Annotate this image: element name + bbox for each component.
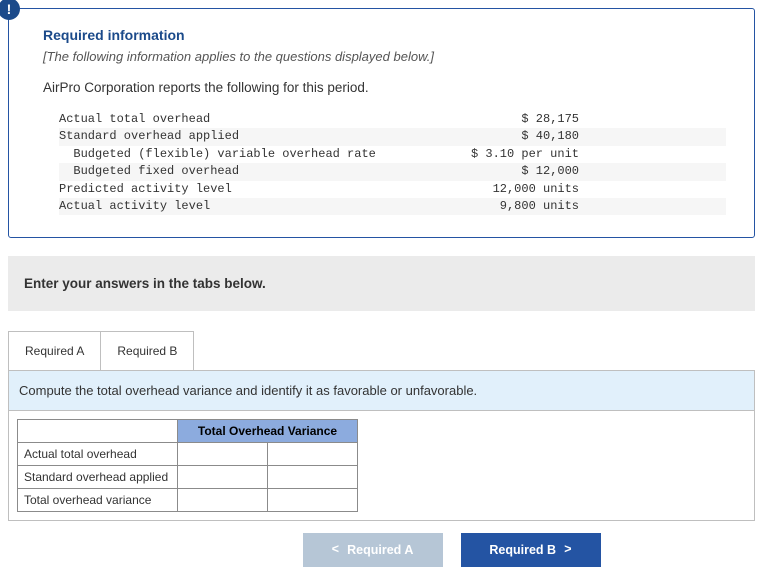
data-label: Budgeted (flexible) variable overhead ra… bbox=[59, 146, 419, 163]
table-header-blank bbox=[18, 420, 178, 443]
data-row: Standard overhead applied$ 40,180 bbox=[59, 128, 726, 145]
data-label: Budgeted fixed overhead bbox=[59, 163, 419, 180]
tab-required-b[interactable]: Required B bbox=[101, 331, 194, 370]
preamble-text: [The following information applies to th… bbox=[43, 49, 726, 64]
actual-overhead-extra[interactable] bbox=[268, 443, 358, 466]
next-required-b-button[interactable]: Required B > bbox=[461, 533, 601, 567]
data-value: 12,000 units bbox=[419, 181, 579, 198]
instruction-bar: Enter your answers in the tabs below. bbox=[8, 256, 755, 311]
data-row: Predicted activity level12,000 units bbox=[59, 181, 726, 198]
total-variance-fav-unfav[interactable] bbox=[268, 489, 358, 512]
data-value: $ 40,180 bbox=[419, 128, 579, 145]
table-row: Actual total overhead bbox=[18, 443, 358, 466]
table-header: Total Overhead Variance bbox=[178, 420, 358, 443]
standard-applied-input[interactable] bbox=[178, 466, 268, 489]
table-row: Standard overhead applied bbox=[18, 466, 358, 489]
data-row: Actual activity level9,800 units bbox=[59, 198, 726, 215]
row-label: Actual total overhead bbox=[18, 443, 178, 466]
data-value: $ 12,000 bbox=[419, 163, 579, 180]
data-value: $ 3.10 per unit bbox=[419, 146, 579, 163]
chevron-left-icon: < bbox=[332, 543, 340, 557]
data-value: 9,800 units bbox=[419, 198, 579, 215]
data-label: Predicted activity level bbox=[59, 181, 419, 198]
tab-panel: Compute the total overhead variance and … bbox=[8, 370, 755, 521]
standard-applied-extra[interactable] bbox=[268, 466, 358, 489]
actual-overhead-input[interactable] bbox=[178, 443, 268, 466]
next-label: Required B bbox=[489, 543, 556, 557]
prev-required-a-button[interactable]: < Required A bbox=[303, 533, 443, 567]
data-row: Actual total overhead$ 28,175 bbox=[59, 111, 726, 128]
intro-text: AirPro Corporation reports the following… bbox=[43, 80, 726, 95]
required-info-heading: Required information bbox=[43, 27, 726, 43]
chevron-right-icon: > bbox=[564, 543, 572, 557]
row-label: Standard overhead applied bbox=[18, 466, 178, 489]
data-label: Actual total overhead bbox=[59, 111, 419, 128]
question-text: Compute the total overhead variance and … bbox=[9, 371, 754, 411]
data-row: Budgeted fixed overhead$ 12,000 bbox=[59, 163, 726, 180]
overhead-variance-table: Total Overhead Variance Actual total ove… bbox=[17, 419, 358, 512]
data-value: $ 28,175 bbox=[419, 111, 579, 128]
tabs: Required A Required B bbox=[8, 331, 755, 370]
required-information-panel: ! Required information [The following in… bbox=[8, 8, 755, 238]
nav-buttons: < Required A Required B > bbox=[8, 533, 755, 567]
row-label: Total overhead variance bbox=[18, 489, 178, 512]
prev-label: Required A bbox=[347, 543, 413, 557]
given-data-block: Actual total overhead$ 28,175 Standard o… bbox=[59, 111, 726, 215]
data-label: Actual activity level bbox=[59, 198, 419, 215]
data-label: Standard overhead applied bbox=[59, 128, 419, 145]
tab-required-a[interactable]: Required A bbox=[8, 331, 101, 370]
data-row: Budgeted (flexible) variable overhead ra… bbox=[59, 146, 726, 163]
info-icon: ! bbox=[0, 0, 20, 20]
table-row: Total overhead variance bbox=[18, 489, 358, 512]
total-variance-input[interactable] bbox=[178, 489, 268, 512]
